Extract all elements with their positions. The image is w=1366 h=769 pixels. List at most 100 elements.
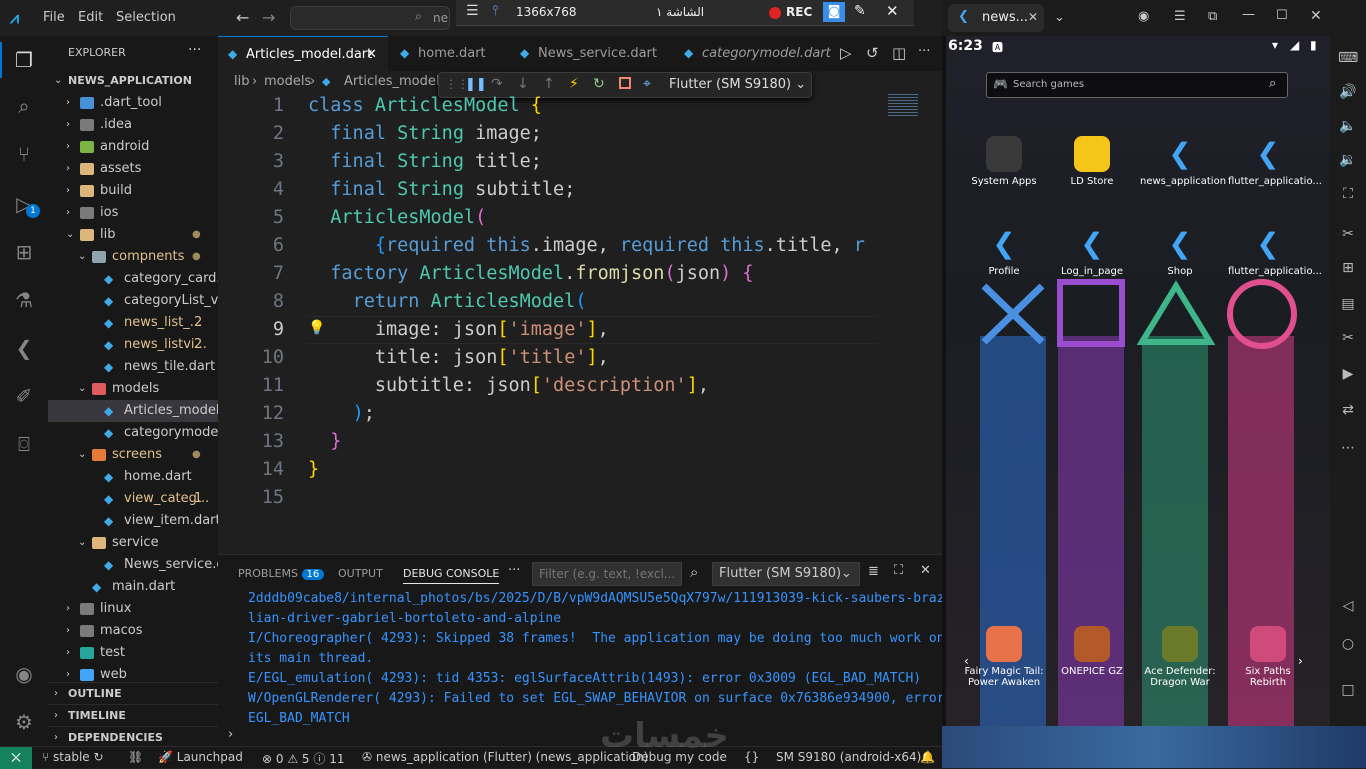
account-icon[interactable]: ◉: [12, 662, 36, 686]
tree-item[interactable]: ◆ view_categ... 1: [48, 488, 218, 510]
breadcrumb-file[interactable]: Articles_model.d: [344, 71, 452, 93]
pin-icon[interactable]: ⫯: [492, 3, 498, 19]
console-device-select[interactable]: Flutter (SM S9180) ⌄: [712, 562, 860, 586]
menu-file[interactable]: File: [43, 10, 65, 25]
tree-item[interactable]: › linux: [48, 598, 218, 620]
app-icon[interactable]: Ace Defender: Dragon War: [1140, 626, 1220, 688]
tree-item[interactable]: › android: [48, 136, 218, 158]
chevron-down-icon[interactable]: ⌄: [1054, 10, 1065, 25]
volume-mute-icon[interactable]: 🔈: [1338, 118, 1358, 134]
tab-news-service[interactable]: ◆ News_service.dart: [510, 36, 668, 71]
maximize-icon[interactable]: ☐: [1276, 8, 1288, 23]
tree-item[interactable]: ◆ main.dart: [48, 576, 218, 598]
code-editor[interactable]: 1 2 3 4 5 6 7 8 9 10 11 12 13 14 15 💡 class ArticlesMo…: [218, 92, 878, 512]
hot-reload-icon[interactable]: ⚡: [569, 76, 579, 92]
remote-explorer-icon[interactable]: ⌼: [12, 432, 36, 456]
step-out-icon[interactable]: ↑: [543, 76, 555, 92]
remote-indicator[interactable]: ⨉: [0, 747, 32, 769]
dependencies-section[interactable]: › DEPENDENCIES: [48, 726, 218, 746]
breadcrumb-models[interactable]: models: [264, 71, 311, 93]
app-icon[interactable]: Fairy Magic Tail: Power Awaken: [964, 626, 1044, 688]
testing-icon[interactable]: ⚗: [12, 288, 36, 312]
menu-edit[interactable]: Edit: [78, 10, 103, 25]
tree-item[interactable]: ⌄ models: [48, 378, 218, 400]
filter-search-icon[interactable]: ⌕: [690, 563, 698, 581]
tree-item[interactable]: › .idea: [48, 114, 218, 136]
android-recents-icon[interactable]: □: [1338, 682, 1358, 698]
braces-icon[interactable]: {}: [744, 750, 759, 764]
cut-icon[interactable]: ✂: [1338, 330, 1358, 346]
problems-status[interactable]: ⊗ 0 ⚠ 5 ⓘ 11: [262, 750, 345, 767]
close-tab-icon[interactable]: ✕: [1028, 10, 1038, 24]
close-recorder-icon[interactable]: ✕: [886, 2, 899, 20]
tree-item[interactable]: ⌄ screens ●: [48, 444, 218, 466]
app-icon[interactable]: ❮ flutter_applicatio...: [1228, 226, 1322, 277]
account-icon[interactable]: ◉: [1138, 9, 1149, 24]
app-icon[interactable]: Six Paths Rebirth: [1228, 626, 1308, 688]
close-window-icon[interactable]: ✕: [1310, 8, 1322, 24]
rec-button[interactable]: REC: [786, 5, 812, 19]
tree-item[interactable]: › assets: [48, 158, 218, 180]
pen-tool-icon[interactable]: ✐: [12, 384, 36, 408]
tree-item[interactable]: › ios: [48, 202, 218, 224]
volume-up-icon[interactable]: 🔊: [1338, 84, 1358, 100]
app-icon[interactable]: ❮ Profile: [964, 226, 1044, 277]
inspect-widget-icon[interactable]: ⌖: [643, 76, 651, 92]
git-graph-icon[interactable]: ⛓: [128, 750, 143, 764]
camera-icon[interactable]: ◙: [823, 2, 845, 22]
android-home-icon[interactable]: ○: [1338, 636, 1358, 652]
tree-item[interactable]: ◆ view_item.dart: [48, 510, 218, 532]
word-wrap-icon[interactable]: ≣: [868, 564, 879, 579]
run-icon[interactable]: ▷: [840, 44, 852, 62]
extensions-icon[interactable]: ⊞: [12, 240, 36, 264]
history-icon[interactable]: ↺: [866, 44, 879, 62]
explorer-icon[interactable]: ❐: [12, 48, 36, 72]
volume-down-icon[interactable]: 🔉: [1338, 152, 1358, 168]
explorer-more-icon[interactable]: ···: [188, 42, 201, 58]
tree-item[interactable]: › macos: [48, 620, 218, 642]
split-editor-icon[interactable]: ◫: [892, 44, 906, 62]
minimize-icon[interactable]: —: [1242, 7, 1255, 22]
scroll-right-icon[interactable]: ›: [1298, 654, 1303, 668]
tree-item[interactable]: ◆ Articles_model....: [48, 400, 218, 422]
restore-icon[interactable]: ⧉: [1208, 9, 1217, 24]
fullscreen-icon[interactable]: ⛶: [1338, 186, 1358, 202]
tree-item[interactable]: › test: [48, 642, 218, 664]
settings-gear-icon[interactable]: ⚙: [12, 710, 36, 734]
app-icon[interactable]: LD Store: [1052, 136, 1132, 187]
device-status[interactable]: SM S9180 (android-x64): [776, 750, 921, 764]
tree-item[interactable]: ◆ categoryList_vi...: [48, 290, 218, 312]
tree-item[interactable]: ◆ news_tile.dart: [48, 356, 218, 378]
panel-more-icon[interactable]: ···: [508, 563, 520, 578]
screen-label[interactable]: الشاشة ١: [656, 5, 704, 19]
back-arrow-icon[interactable]: ←: [236, 8, 249, 27]
panel-tab-problems[interactable]: PROBLEMS 16: [238, 567, 325, 580]
tree-item[interactable]: ◆ News_service.d...: [48, 554, 218, 576]
timeline-section[interactable]: › TIMELINE: [48, 704, 218, 726]
stop-icon[interactable]: [619, 77, 631, 89]
menu-selection[interactable]: Selection: [116, 10, 176, 25]
close-panel-icon[interactable]: ✕: [920, 563, 931, 578]
forward-arrow-icon[interactable]: →: [262, 8, 275, 27]
record-video-icon[interactable]: ▶: [1338, 366, 1358, 382]
branch-status[interactable]: ⑂ stable ↻: [42, 750, 104, 764]
tree-item[interactable]: ⌄ lib ●: [48, 224, 218, 246]
maximize-panel-icon[interactable]: ⛶: [894, 563, 903, 578]
add-icon[interactable]: ⊞: [1338, 260, 1358, 276]
menu-lines-icon[interactable]: ☰: [1174, 9, 1186, 24]
app-icon[interactable]: ONEPICE GZ: [1052, 626, 1132, 677]
tab-articles-model[interactable]: ◆ Articles_model.dart ✕: [218, 36, 388, 71]
scissors-icon[interactable]: ✂: [1338, 226, 1358, 242]
tree-item[interactable]: ◆ news_list_... 2: [48, 312, 218, 334]
command-center-search[interactable]: ⌕ ne: [290, 6, 450, 30]
flutter-icon[interactable]: ❮: [12, 336, 36, 360]
step-into-icon[interactable]: ↓: [517, 76, 529, 92]
outline-section[interactable]: › OUTLINE: [48, 682, 218, 704]
tab-home[interactable]: ◆ home.dart: [390, 36, 510, 71]
panel-tab-output[interactable]: OUTPUT: [338, 567, 383, 580]
app-icon[interactable]: System Apps: [964, 136, 1044, 187]
source-control-icon[interactable]: ⑂: [12, 142, 36, 166]
console-filter-input[interactable]: [532, 562, 682, 586]
android-back-icon[interactable]: ◁: [1338, 598, 1358, 614]
menu-lines-icon[interactable]: ☰: [466, 3, 479, 19]
